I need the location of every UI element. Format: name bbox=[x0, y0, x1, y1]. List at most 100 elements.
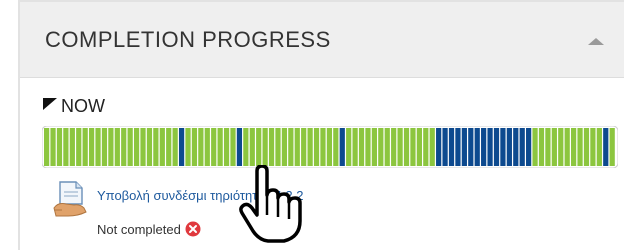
progress-segment-completed[interactable] bbox=[211, 128, 217, 166]
progress-segment-completed[interactable] bbox=[114, 128, 120, 166]
progress-segment-not-completed[interactable] bbox=[526, 128, 532, 166]
activity-status: Not completed bbox=[97, 220, 201, 238]
progress-segment-completed[interactable] bbox=[609, 128, 615, 166]
block-title: COMPLETION PROGRESS bbox=[45, 27, 331, 52]
progress-segment-completed[interactable] bbox=[320, 128, 326, 166]
progress-segment-completed[interactable] bbox=[166, 128, 172, 166]
progress-segment-completed[interactable] bbox=[230, 128, 236, 166]
progress-segment-completed[interactable] bbox=[326, 128, 333, 166]
progress-segment-completed[interactable] bbox=[333, 128, 339, 166]
progress-segment-not-completed[interactable] bbox=[436, 128, 442, 166]
progress-segment-completed[interactable] bbox=[153, 128, 159, 166]
progress-segment-completed[interactable] bbox=[571, 128, 577, 166]
progress-segment-completed[interactable] bbox=[551, 128, 557, 166]
progress-segment-completed[interactable] bbox=[583, 128, 590, 166]
progress-segment-completed[interactable] bbox=[358, 128, 365, 166]
progress-segment-completed[interactable] bbox=[121, 128, 127, 166]
progress-segment-completed[interactable] bbox=[346, 128, 352, 166]
progress-segment-completed[interactable] bbox=[82, 128, 88, 166]
progress-segment-completed[interactable] bbox=[577, 128, 583, 166]
progress-segment-not-completed[interactable] bbox=[178, 128, 185, 166]
progress-segment-not-completed[interactable] bbox=[481, 128, 487, 166]
triangle-marker-icon bbox=[42, 97, 58, 116]
progress-segment-completed[interactable] bbox=[204, 128, 210, 166]
progress-segment-completed[interactable] bbox=[352, 128, 358, 166]
progress-segment-completed[interactable] bbox=[538, 128, 545, 166]
progress-segment-completed[interactable] bbox=[307, 128, 313, 166]
progress-segment-completed[interactable] bbox=[249, 128, 255, 166]
progress-segment-completed[interactable] bbox=[217, 128, 223, 166]
progress-segment-completed[interactable] bbox=[159, 128, 165, 166]
progress-segment-completed[interactable] bbox=[371, 128, 378, 166]
progress-segment-completed[interactable] bbox=[294, 128, 300, 166]
progress-segment-not-completed[interactable] bbox=[468, 128, 474, 166]
progress-segment-completed[interactable] bbox=[198, 128, 204, 166]
progress-segment-completed[interactable] bbox=[88, 128, 95, 166]
progress-segment-completed[interactable] bbox=[596, 128, 602, 166]
completion-progress-block: COMPLETION PROGRESS NOW Υποβολή συνδέσμι… bbox=[18, 0, 624, 252]
progress-segment-not-completed[interactable] bbox=[448, 128, 455, 166]
progress-segment-completed[interactable] bbox=[416, 128, 422, 166]
progress-segment-completed[interactable] bbox=[365, 128, 371, 166]
progress-segment-completed[interactable] bbox=[243, 128, 249, 166]
progress-segment-completed[interactable] bbox=[384, 128, 390, 166]
progress-segment-not-completed[interactable] bbox=[487, 128, 493, 166]
progress-segment-completed[interactable] bbox=[313, 128, 320, 166]
progress-segment-completed[interactable] bbox=[44, 128, 50, 166]
progress-segment-not-completed[interactable] bbox=[513, 128, 519, 166]
progress-segment-not-completed[interactable] bbox=[339, 128, 345, 166]
progress-segment-completed[interactable] bbox=[545, 128, 551, 166]
now-label: NOW bbox=[61, 95, 105, 116]
activity-link[interactable]: Υποβολή συνδέσμι τηριότητας 4.2.2 bbox=[97, 188, 303, 203]
progress-segment-completed[interactable] bbox=[429, 128, 435, 166]
progress-segment-completed[interactable] bbox=[288, 128, 294, 166]
progress-segment-completed[interactable] bbox=[378, 128, 384, 166]
progress-segment-completed[interactable] bbox=[191, 128, 198, 166]
progress-segment-completed[interactable] bbox=[95, 128, 101, 166]
progress-segment-completed[interactable] bbox=[590, 128, 596, 166]
progress-segment-completed[interactable] bbox=[133, 128, 140, 166]
progress-segment-completed[interactable] bbox=[63, 128, 69, 166]
progress-segment-not-completed[interactable] bbox=[474, 128, 480, 166]
progress-segment-completed[interactable] bbox=[127, 128, 133, 166]
progress-segment-completed[interactable] bbox=[69, 128, 75, 166]
not-completed-x-icon bbox=[185, 221, 201, 237]
progress-segment-not-completed[interactable] bbox=[236, 128, 243, 166]
progress-segment-not-completed[interactable] bbox=[603, 128, 609, 166]
progress-segment-completed[interactable] bbox=[281, 128, 288, 166]
progress-segment-completed[interactable] bbox=[564, 128, 570, 166]
progress-segment-completed[interactable] bbox=[558, 128, 564, 166]
progress-segment-completed[interactable] bbox=[146, 128, 153, 166]
progress-segment-not-completed[interactable] bbox=[493, 128, 500, 166]
progress-segment-not-completed[interactable] bbox=[519, 128, 525, 166]
progress-segment-completed[interactable] bbox=[410, 128, 416, 166]
activity-item[interactable]: Υποβολή συνδέσμι τηριότητας 4.2.2 Not co… bbox=[52, 178, 472, 237]
progress-segment-completed[interactable] bbox=[101, 128, 108, 166]
progress-segment-completed[interactable] bbox=[223, 128, 230, 166]
progress-segment-not-completed[interactable] bbox=[455, 128, 461, 166]
progress-segment-not-completed[interactable] bbox=[506, 128, 512, 166]
progress-segment-completed[interactable] bbox=[256, 128, 262, 166]
progress-segment-not-completed[interactable] bbox=[500, 128, 506, 166]
progress-segment-completed[interactable] bbox=[262, 128, 268, 166]
progress-segment-completed[interactable] bbox=[108, 128, 114, 166]
chevron-up-icon[interactable] bbox=[583, 30, 609, 52]
progress-segment-completed[interactable] bbox=[140, 128, 146, 166]
progress-segment-completed[interactable] bbox=[301, 128, 307, 166]
progress-segment-completed[interactable] bbox=[391, 128, 397, 166]
progress-bar[interactable] bbox=[42, 126, 618, 168]
progress-segment-completed[interactable] bbox=[403, 128, 410, 166]
progress-segment-completed[interactable] bbox=[268, 128, 275, 166]
progress-segment-completed[interactable] bbox=[397, 128, 403, 166]
progress-segment-completed[interactable] bbox=[50, 128, 56, 166]
assignment-icon bbox=[52, 178, 92, 220]
progress-segment-completed[interactable] bbox=[56, 128, 63, 166]
progress-segment-not-completed[interactable] bbox=[442, 128, 448, 166]
progress-segment-completed[interactable] bbox=[185, 128, 191, 166]
progress-segment-not-completed[interactable] bbox=[461, 128, 467, 166]
progress-segment-completed[interactable] bbox=[532, 128, 538, 166]
progress-segment-completed[interactable] bbox=[275, 128, 281, 166]
progress-segment-completed[interactable] bbox=[423, 128, 429, 166]
progress-segment-completed[interactable] bbox=[76, 128, 82, 166]
progress-segment-completed[interactable] bbox=[172, 128, 178, 166]
